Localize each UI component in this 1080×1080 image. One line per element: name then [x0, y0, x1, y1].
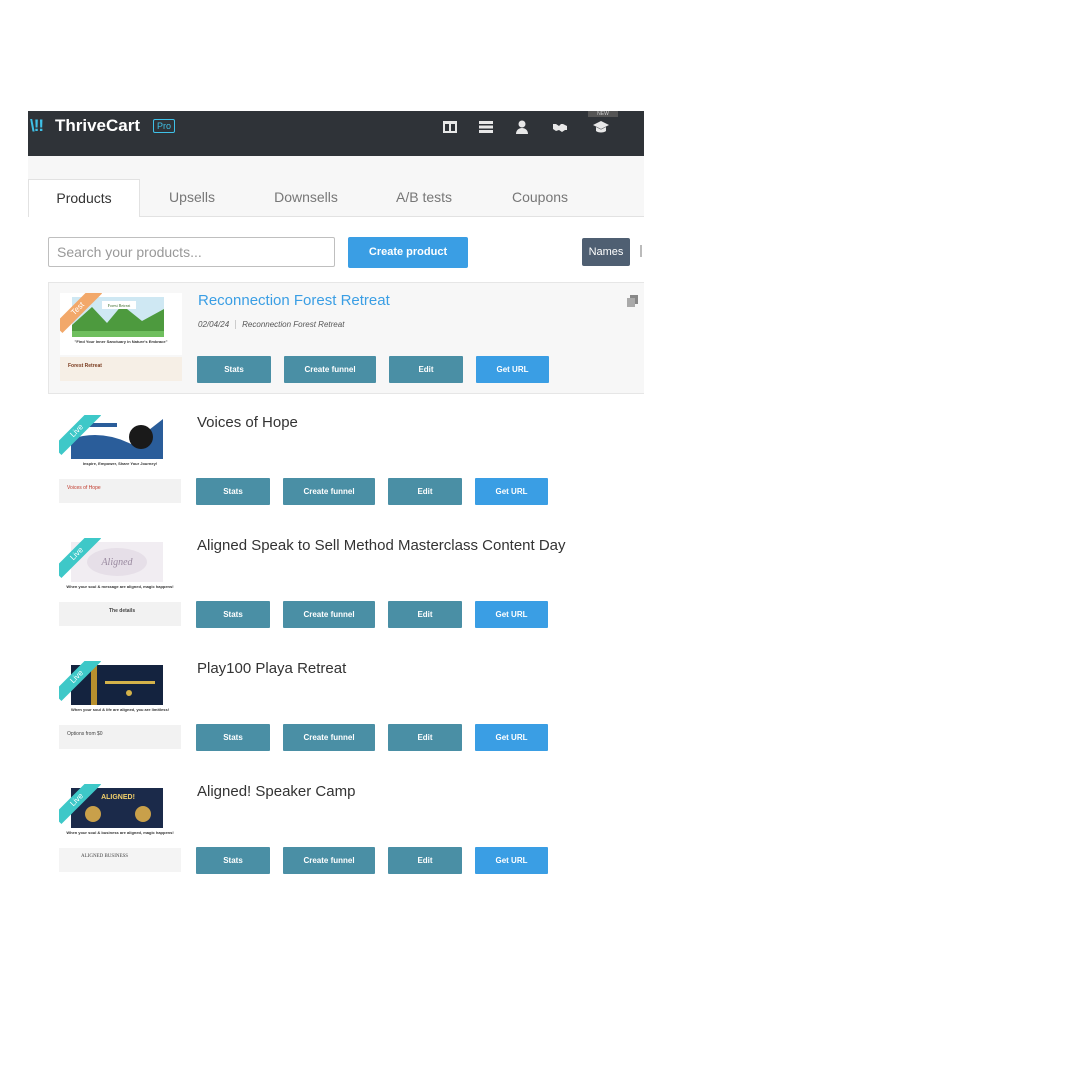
thumbnail-subtitle: Forest Retreat [68, 363, 102, 369]
get-url-button[interactable]: Get URL [475, 724, 548, 751]
create-product-button[interactable]: Create product [348, 237, 468, 268]
search-input[interactable] [48, 237, 335, 267]
pro-badge: Pro [153, 119, 176, 133]
next-view-button-edge[interactable] [640, 245, 642, 257]
thumbnail-caption: When your soul & life are aligned, you a… [70, 707, 170, 712]
handshake-icon[interactable] [550, 117, 570, 137]
product-title[interactable]: Aligned! Speaker Camp [197, 783, 355, 800]
create-funnel-button[interactable]: Create funnel [283, 478, 375, 505]
product-row: Aligned When your soul & message are ali… [48, 528, 644, 640]
user-icon[interactable] [512, 117, 532, 137]
product-thumbnail[interactable]: Forest Retreat "Find Your Inner Sanctuar… [60, 293, 182, 381]
product-thumbnail[interactable]: Aligned When your soul & message are ali… [59, 538, 181, 626]
thumbnail-subtitle: Options from $0 [67, 731, 103, 737]
thumbnail-subtitle: The details [109, 608, 136, 614]
stats-button[interactable]: Stats [197, 356, 271, 383]
top-bar: \!! ThriveCart Pro NEW [28, 111, 644, 156]
create-funnel-button[interactable]: Create funnel [283, 724, 375, 751]
thrivecart-app: \!! ThriveCart Pro NEW Products Upsells … [28, 111, 644, 876]
edit-button[interactable]: Edit [388, 724, 462, 751]
thumbnail-caption: Inspire, Empower, Share Your Journey! [82, 461, 158, 466]
create-funnel-button[interactable]: Create funnel [284, 356, 376, 383]
thumbnail-subtitle: Voices of Hope [67, 485, 101, 491]
columns-icon[interactable] [440, 117, 460, 137]
product-meta: 02/04/24 Reconnection Forest Retreat [198, 320, 345, 330]
tab-products[interactable]: Products [28, 179, 140, 217]
get-url-button[interactable]: Get URL [475, 847, 548, 874]
edit-button[interactable]: Edit [388, 601, 462, 628]
thumbnail-caption: When your soul & message are aligned, ma… [66, 584, 174, 589]
tab-ab-tests[interactable]: A/B tests [378, 179, 470, 216]
graduation-cap-icon[interactable] [591, 117, 611, 137]
product-thumbnail[interactable]: ALIGNED! When your soul & business are a… [59, 784, 181, 872]
tab-upsells[interactable]: Upsells [143, 179, 241, 216]
thumbnail-caption: "Find Your Inner Sanctuary in Nature's E… [74, 339, 168, 344]
get-url-button[interactable]: Get URL [475, 478, 548, 505]
table-icon[interactable] [476, 117, 496, 137]
product-date: 02/04/24 [198, 320, 230, 329]
get-url-button[interactable]: Get URL [475, 601, 548, 628]
edit-button[interactable]: Edit [388, 847, 462, 874]
product-title[interactable]: Play100 Playa Retreat [197, 660, 346, 677]
product-thumbnail[interactable]: When your soul & life are aligned, you a… [59, 661, 181, 749]
tab-downsells[interactable]: Downsells [258, 179, 354, 216]
svg-text:Forest Retreat: Forest Retreat [108, 303, 131, 308]
product-title[interactable]: Reconnection Forest Retreat [198, 292, 390, 309]
thumbnail-subtitle: ALIGNED BUSINESS [81, 854, 129, 859]
product-title[interactable]: Aligned Speak to Sell Method Masterclass… [197, 537, 566, 554]
product-title[interactable]: Voices of Hope [197, 414, 298, 431]
stats-button[interactable]: Stats [196, 724, 270, 751]
tab-bar: Products Upsells Downsells A/B tests Cou… [28, 156, 644, 217]
product-row: When your soul & life are aligned, you a… [48, 651, 644, 763]
product-row: Inspire, Empower, Share Your Journey! Vo… [48, 405, 644, 517]
get-url-button[interactable]: Get URL [476, 356, 549, 383]
edit-button[interactable]: Edit [388, 478, 462, 505]
logo-mark: \!! [30, 116, 44, 135]
svg-text:Aligned: Aligned [100, 557, 133, 568]
svg-text:ALIGNED!: ALIGNED! [101, 794, 135, 801]
product-row: ALIGNED! When your soul & business are a… [48, 774, 644, 876]
names-view-button[interactable]: Names [582, 238, 630, 266]
create-funnel-button[interactable]: Create funnel [283, 847, 375, 874]
tab-coupons[interactable]: Coupons [493, 179, 587, 216]
copy-icon[interactable] [627, 295, 639, 307]
thumbnail-caption: When your soul & business are aligned, m… [66, 830, 174, 835]
stats-button[interactable]: Stats [196, 847, 270, 874]
create-funnel-button[interactable]: Create funnel [283, 601, 375, 628]
stats-button[interactable]: Stats [196, 478, 270, 505]
stats-button[interactable]: Stats [196, 601, 270, 628]
logo-text[interactable]: ThriveCart [55, 116, 140, 136]
product-thumbnail[interactable]: Inspire, Empower, Share Your Journey! Vo… [59, 415, 181, 503]
product-label: Reconnection Forest Retreat [242, 320, 345, 329]
edit-button[interactable]: Edit [389, 356, 463, 383]
product-row: Forest Retreat "Find Your Inner Sanctuar… [48, 282, 644, 394]
